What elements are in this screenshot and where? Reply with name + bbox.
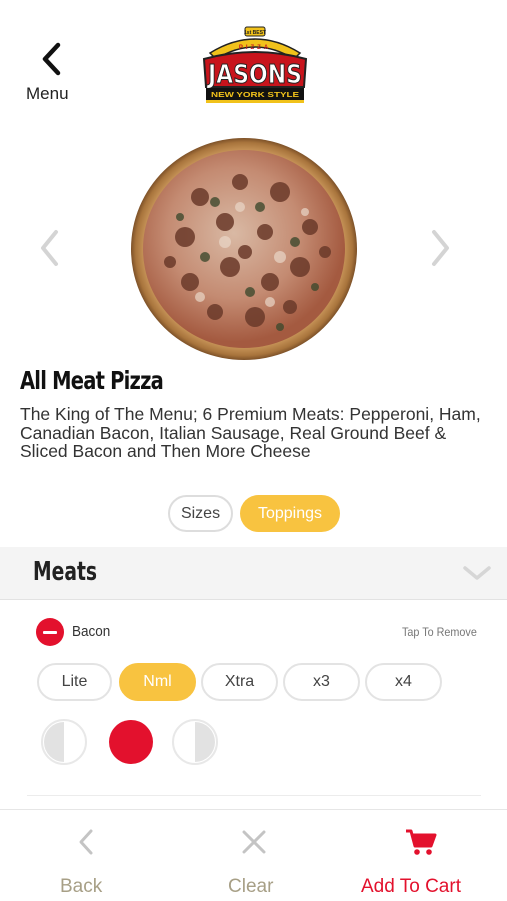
back-label: Menu xyxy=(26,84,69,103)
chevron-left-icon xyxy=(41,230,58,266)
shopping-cart-icon xyxy=(406,829,437,855)
tap-to-remove-hint: Tap To Remove xyxy=(402,625,477,639)
logo-arc-text: PIZZA xyxy=(239,45,271,51)
meats-section-header[interactable]: Meats xyxy=(0,547,507,600)
jasons-logo: 1st BEST PIZZA JASONS NEW YORK STYLE xyxy=(196,25,314,107)
clear-label: Clear xyxy=(228,876,274,897)
back-button[interactable]: Back xyxy=(30,810,140,901)
next-image-button[interactable] xyxy=(430,228,452,273)
back-to-menu-button[interactable]: Menu xyxy=(22,40,82,110)
divider xyxy=(27,795,481,796)
pizza-image xyxy=(130,137,358,362)
chevron-left-icon xyxy=(42,42,61,76)
logo-top-text: 1st BEST xyxy=(244,30,266,36)
topping-name: Bacon xyxy=(72,623,111,640)
chevron-left-icon xyxy=(79,829,93,855)
previous-image-button[interactable] xyxy=(38,228,60,273)
whole-icon xyxy=(109,720,153,764)
chevron-down-icon xyxy=(463,566,491,580)
amount-extra-button[interactable]: Xtra xyxy=(201,663,278,701)
remove-topping-button[interactable] xyxy=(36,618,64,646)
clear-button[interactable]: Clear xyxy=(200,810,310,901)
tab-toppings[interactable]: Toppings xyxy=(240,495,340,532)
product-title: All Meat Pizza xyxy=(20,366,164,395)
amount-normal-button[interactable]: Nml xyxy=(119,663,196,701)
section-title: Meats xyxy=(33,557,98,587)
right-half-portion-button[interactable] xyxy=(171,718,219,766)
add-to-cart-button[interactable]: Add To Cart xyxy=(355,810,495,901)
tab-sizes[interactable]: Sizes xyxy=(168,495,233,532)
left-half-portion-button[interactable] xyxy=(40,718,88,766)
amount-x4-button[interactable]: x4 xyxy=(365,663,442,701)
left-half-icon xyxy=(41,719,87,765)
chevron-right-icon xyxy=(432,230,449,266)
whole-portion-button[interactable] xyxy=(107,718,155,766)
amount-x3-button[interactable]: x3 xyxy=(283,663,360,701)
amount-lite-button[interactable]: Lite xyxy=(37,663,112,701)
close-icon xyxy=(242,830,266,854)
logo-brand-text: JASONS xyxy=(206,60,302,90)
bottom-action-bar: Back Clear Add To Cart xyxy=(0,809,507,901)
add-to-cart-label: Add To Cart xyxy=(361,876,461,897)
product-description: The King of The Menu; 6 Premium Meats: P… xyxy=(20,404,481,461)
right-half-icon xyxy=(172,719,218,765)
logo-tagline: NEW YORK STYLE xyxy=(211,90,299,99)
back-label: Back xyxy=(60,876,103,897)
